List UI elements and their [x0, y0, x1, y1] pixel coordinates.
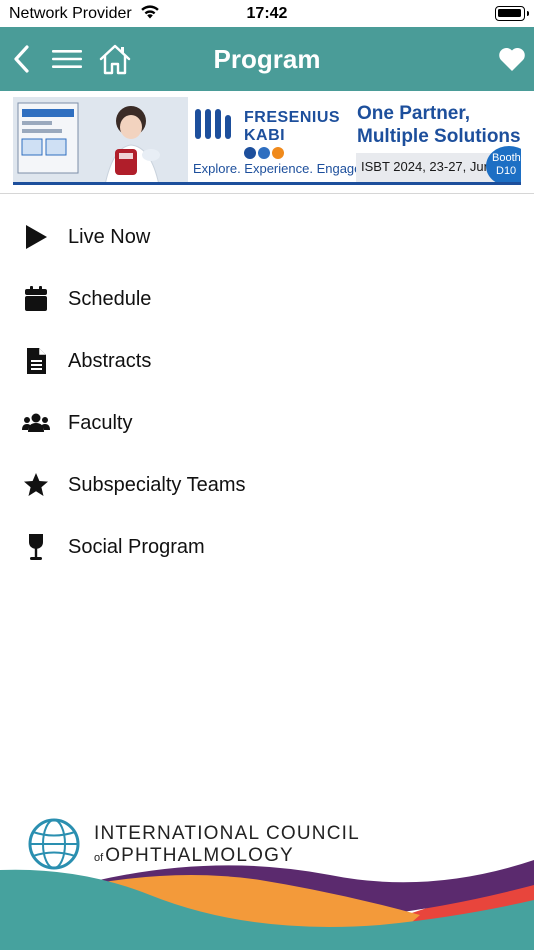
menu-item-label: Faculty — [68, 411, 133, 434]
play-icon — [22, 223, 50, 251]
back-button[interactable] — [6, 27, 36, 91]
heart-icon — [499, 47, 525, 71]
banner-brand: FRESENIUS KABI — [244, 109, 340, 145]
divider — [0, 193, 534, 194]
menu-item-live-now[interactable]: Live Now — [0, 206, 534, 268]
banner-headline-line1: One Partner, — [357, 103, 470, 124]
menu-item-social-program[interactable]: Social Program — [0, 516, 534, 578]
wine-glass-icon — [22, 533, 50, 561]
status-bar: Network Provider 17:42 — [0, 0, 534, 27]
menu-item-subspecialty-teams[interactable]: Subspecialty Teams — [0, 454, 534, 516]
hamburger-menu-icon — [52, 50, 82, 68]
booth-label: Booth — [492, 152, 521, 164]
menu-item-label: Social Program — [68, 535, 205, 558]
banner-brand-line1: FRESENIUS — [244, 109, 341, 126]
program-menu: Live Now Schedule Abstracts Faculty Subs… — [0, 206, 534, 578]
banner-event: ISBT 2024, 23-27, June — [361, 159, 499, 174]
banner-underline — [13, 182, 521, 185]
menu-item-abstracts[interactable]: Abstracts — [0, 330, 534, 392]
brand-dot — [258, 147, 270, 159]
home-button[interactable] — [96, 27, 134, 91]
users-icon — [22, 409, 50, 437]
banner-headline-line2: Multiple Solutions — [357, 126, 521, 147]
banner-brand-line2: KABI — [244, 127, 286, 144]
banner-dots — [244, 147, 284, 159]
back-chevron-icon — [14, 45, 29, 73]
sponsor-banner[interactable]: FRESENIUS KABI Explore. Experience. Enga… — [13, 97, 521, 185]
banner-booth-badge: Booth D10 — [486, 146, 521, 185]
star-icon — [22, 471, 50, 499]
clock: 17:42 — [246, 5, 288, 22]
banner-headline: One Partner, Multiple Solutions — [357, 102, 521, 148]
booth-number: D10 — [496, 165, 517, 177]
favorites-button[interactable] — [494, 27, 530, 91]
banner-photo — [13, 97, 188, 185]
brand-dot — [272, 147, 284, 159]
menu-item-label: Subspecialty Teams — [68, 473, 246, 496]
menu-item-label: Abstracts — [68, 349, 152, 372]
menu-item-schedule[interactable]: Schedule — [0, 268, 534, 330]
logo-line1: INTERNATIONAL COUNCIL — [94, 823, 360, 844]
document-icon — [22, 347, 50, 375]
menu-item-label: Live Now — [68, 225, 151, 248]
brand-dot — [244, 147, 256, 159]
footer-wave — [0, 860, 534, 950]
navbar: Program — [0, 27, 534, 91]
home-icon — [99, 44, 131, 75]
menu-button[interactable] — [48, 27, 86, 91]
banner-tagline: Explore. Experience. Engage. — [193, 161, 365, 176]
calendar-icon — [22, 285, 50, 313]
menu-item-label: Schedule — [68, 287, 152, 310]
battery-icon — [495, 6, 529, 21]
menu-item-faculty[interactable]: Faculty — [0, 392, 534, 454]
fresenius-logo-icon — [195, 109, 231, 139]
